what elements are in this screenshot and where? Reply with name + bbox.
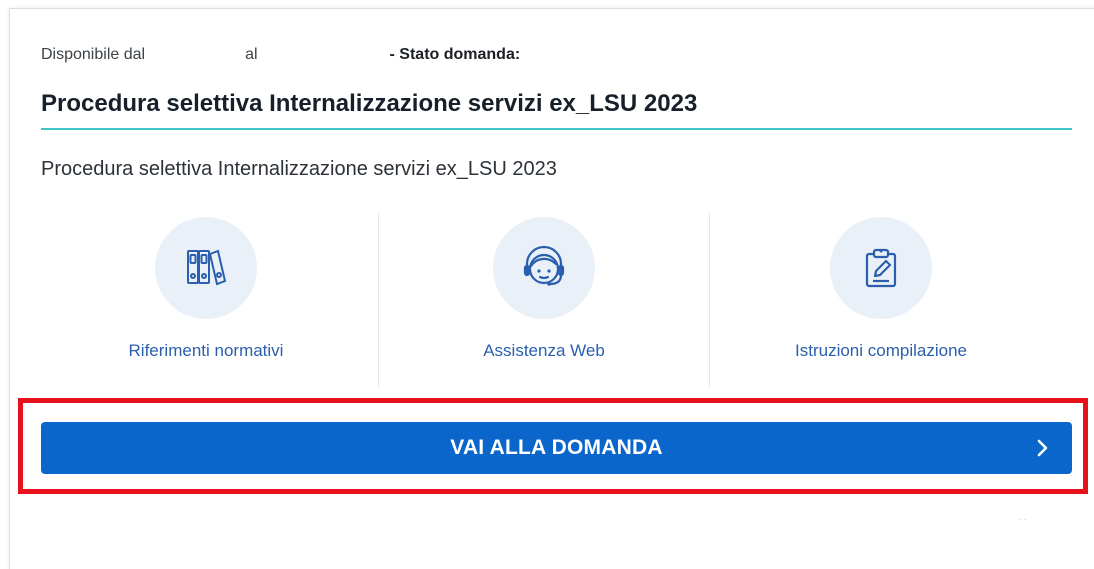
headset-agent-icon-circle	[493, 217, 595, 319]
link-label: Istruzioni compilazione	[795, 341, 967, 360]
availability-line: Disponibile dal al - Stato domanda:	[41, 46, 520, 64]
procedure-description: Procedura selettiva Internalizzazione se…	[41, 158, 557, 180]
vai-alla-domanda-button[interactable]: VAI ALLA DOMANDA	[41, 422, 1072, 474]
column-divider	[709, 213, 710, 387]
chevron-right-icon	[1037, 439, 1048, 457]
binders-icon-circle	[155, 217, 257, 319]
title-underline	[41, 128, 1072, 130]
available-to-label: al	[245, 46, 258, 63]
link-label: Assistenza Web	[483, 341, 605, 360]
link-label: Riferimenti normativi	[128, 341, 284, 360]
headset-agent-icon	[523, 245, 565, 286]
link-istruzioni-compilazione[interactable]: Istruzioni compilazione	[716, 213, 1046, 387]
faint-text: · ·	[1018, 514, 1027, 524]
available-from-label: Disponibile dal	[41, 46, 146, 63]
application-status-label: - Stato domanda:	[389, 46, 521, 63]
clipboard-edit-icon	[865, 248, 897, 288]
link-assistenza-web[interactable]: Assistenza Web	[379, 213, 709, 387]
link-riferimenti-normativi[interactable]: Riferimenti normativi	[41, 213, 371, 387]
cta-label: VAI ALLA DOMANDA	[450, 436, 663, 459]
procedure-title: Procedura selettiva Internalizzazione se…	[41, 90, 698, 117]
binders-icon	[187, 249, 227, 286]
clipboard-edit-icon-circle	[830, 217, 932, 319]
